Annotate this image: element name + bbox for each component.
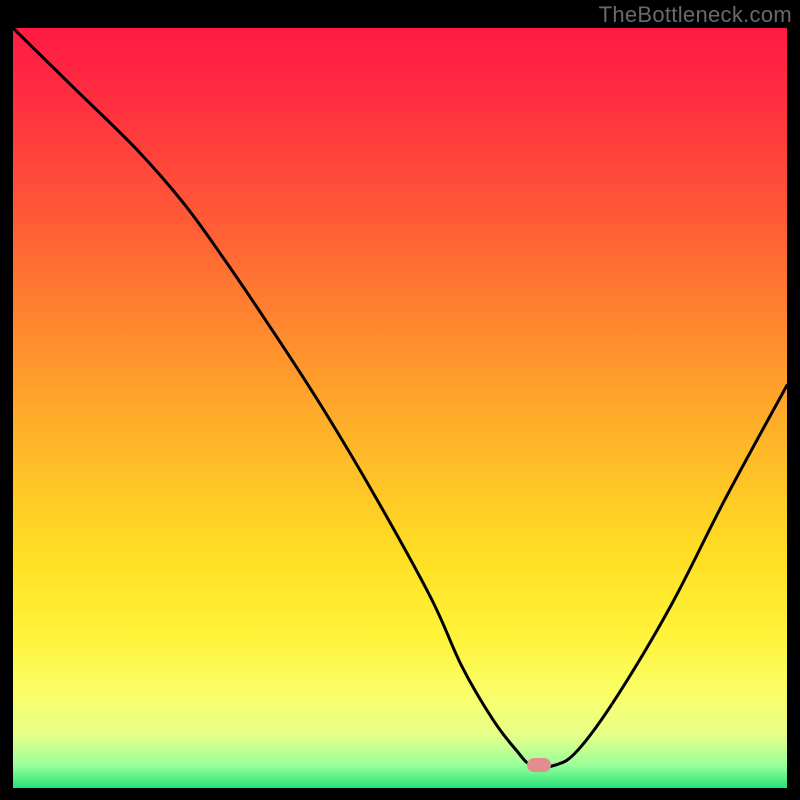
plot-area [13,28,787,788]
watermark-label: TheBottleneck.com [599,2,792,28]
bottleneck-chart-svg [13,28,787,788]
chart-frame: TheBottleneck.com [0,0,800,800]
selected-point-marker [527,758,551,772]
